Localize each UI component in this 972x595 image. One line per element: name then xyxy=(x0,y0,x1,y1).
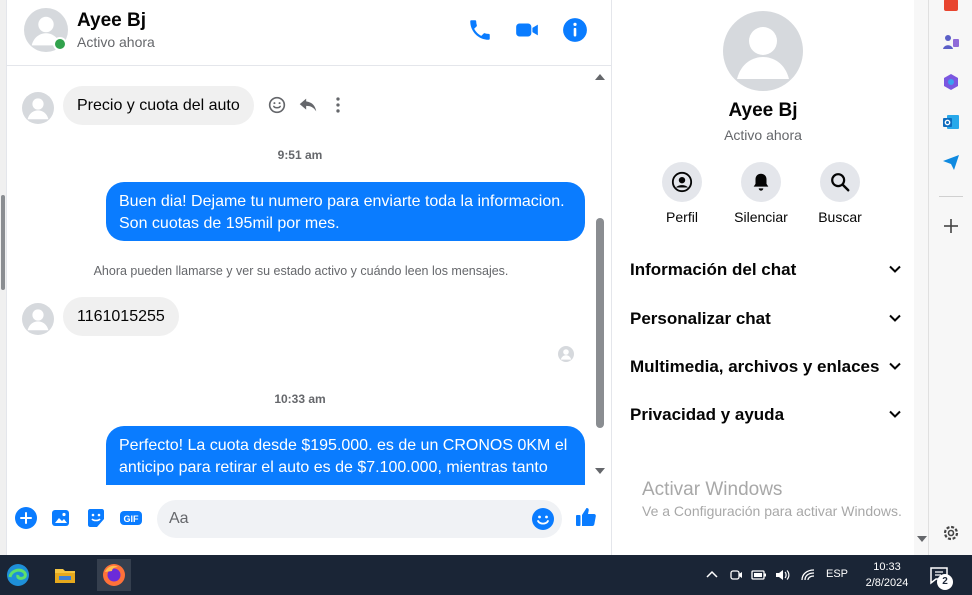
section-label: Personalizar chat xyxy=(630,309,771,328)
chevron-up-icon[interactable] xyxy=(704,567,720,583)
activate-windows-subtitle: Ve a Configuración para activar Windows. xyxy=(642,503,902,519)
message-input[interactable] xyxy=(169,500,519,538)
svg-text:GIF: GIF xyxy=(124,514,140,524)
outgoing-message[interactable]: Perfecto! La cuota desde $195.000. es de… xyxy=(106,426,585,485)
more-options-icon[interactable] xyxy=(327,94,349,116)
contact-name[interactable]: Ayee Bj xyxy=(77,10,146,32)
chevron-down-icon xyxy=(889,265,901,273)
activate-windows-title: Activar Windows xyxy=(642,479,783,500)
bell-icon xyxy=(741,162,781,202)
online-status-dot xyxy=(53,37,67,51)
clock-date: 2/8/2024 xyxy=(865,577,909,589)
sender-avatar[interactable] xyxy=(22,303,54,335)
sidebar-divider xyxy=(939,196,963,197)
read-receipt-avatar xyxy=(558,346,574,362)
scroll-down-arrow[interactable] xyxy=(595,468,605,474)
copilot-icon[interactable] xyxy=(941,72,961,92)
battery-icon[interactable] xyxy=(751,567,767,583)
clock-time: 10:33 xyxy=(873,561,901,573)
profile-button[interactable]: Perfil xyxy=(642,162,722,225)
timestamp: 10:33 am xyxy=(274,392,326,406)
add-icon[interactable] xyxy=(941,216,961,236)
sticker-icon[interactable] xyxy=(84,506,108,530)
section-label: Información del chat xyxy=(630,260,797,279)
composer-bar: GIF xyxy=(7,486,611,555)
system-note: Ahora pueden llamarse y ver su estado ac… xyxy=(93,264,509,278)
settings-gear-icon[interactable] xyxy=(941,523,961,543)
phone-icon[interactable] xyxy=(467,17,493,43)
profile-name: Ayee Bj xyxy=(728,100,798,121)
section-customize-chat[interactable]: Personalizar chat xyxy=(630,301,902,337)
chevron-down-icon xyxy=(889,362,901,370)
section-chat-info[interactable]: Información del chat xyxy=(630,252,902,288)
search-icon xyxy=(820,162,860,202)
message-list[interactable]: Precio y cuota del auto 9:51 am Buen dia… xyxy=(7,67,611,485)
outgoing-message[interactable]: Buen dia! Dejame tu numero para enviarte… xyxy=(106,182,585,241)
sender-avatar[interactable] xyxy=(22,92,54,124)
scroll-thumb[interactable] xyxy=(596,218,604,428)
profile-label: Perfil xyxy=(666,209,698,225)
reply-icon[interactable] xyxy=(297,94,319,116)
react-emoji-icon[interactable] xyxy=(266,94,288,116)
section-label: Privacidad y ayuda xyxy=(630,405,785,424)
input-language[interactable]: ESP xyxy=(826,568,848,580)
search-button[interactable]: Buscar xyxy=(800,162,880,225)
emoji-icon[interactable] xyxy=(531,507,555,531)
scroll-up-arrow[interactable] xyxy=(595,74,605,80)
chat-info-pane: Ayee Bj Activo ahora Perfil Silenciar Bu… xyxy=(611,0,929,555)
profile-avatar[interactable] xyxy=(723,11,803,91)
firefox-icon[interactable] xyxy=(97,559,131,591)
left-edge-thumb[interactable] xyxy=(1,195,5,290)
info-icon[interactable] xyxy=(562,17,588,43)
browser-sidebar xyxy=(928,0,972,555)
outlook-icon[interactable] xyxy=(941,112,961,132)
mute-label: Silenciar xyxy=(734,209,788,225)
mute-button[interactable]: Silenciar xyxy=(721,162,801,225)
chevron-down-icon xyxy=(889,314,901,322)
profile-icon xyxy=(662,162,702,202)
screen: Ayee Bj Activo ahora Precio y cuota del … xyxy=(0,0,972,595)
plus-circle-icon[interactable] xyxy=(14,506,38,530)
message-scrollbar[interactable] xyxy=(593,70,607,480)
gif-icon[interactable]: GIF xyxy=(119,506,143,530)
scroll-down-arrow[interactable] xyxy=(917,536,927,542)
timestamp: 9:51 am xyxy=(277,148,323,162)
search-label: Buscar xyxy=(818,209,862,225)
info-scrollbar[interactable] xyxy=(914,0,929,555)
chat-header: Ayee Bj Activo ahora xyxy=(7,0,611,66)
chat-pane: Ayee Bj Activo ahora Precio y cuota del … xyxy=(7,0,611,555)
incoming-message[interactable]: Precio y cuota del auto xyxy=(63,86,254,125)
notification-count-badge: 2 xyxy=(937,574,953,590)
message-input-box[interactable] xyxy=(157,500,562,538)
video-call-icon[interactable] xyxy=(514,17,540,43)
volume-icon[interactable] xyxy=(774,567,790,583)
section-privacy-help[interactable]: Privacidad y ayuda xyxy=(630,397,902,433)
left-edge-scrollbar[interactable] xyxy=(0,0,7,555)
windows-taskbar: ESP 10:33 2/8/2024 2 xyxy=(0,555,972,595)
contact-status: Activo ahora xyxy=(77,34,155,50)
wifi-icon[interactable] xyxy=(800,567,816,583)
like-thumb-icon[interactable] xyxy=(574,505,598,529)
system-clock[interactable]: 10:33 2/8/2024 xyxy=(855,559,919,591)
meet-now-icon[interactable] xyxy=(728,567,744,583)
edge-browser-icon[interactable] xyxy=(1,559,35,591)
shopping-bag-icon[interactable] xyxy=(941,0,961,14)
games-icon[interactable] xyxy=(941,32,961,52)
send-icon[interactable] xyxy=(941,152,961,172)
file-explorer-icon[interactable] xyxy=(48,559,82,591)
chevron-down-icon xyxy=(889,410,901,418)
gallery-icon[interactable] xyxy=(49,506,73,530)
profile-status: Activo ahora xyxy=(724,127,802,143)
section-label: Multimedia, archivos y enlaces xyxy=(630,357,880,376)
section-media-files[interactable]: Multimedia, archivos y enlaces xyxy=(630,349,902,385)
incoming-message[interactable]: 1161015255 xyxy=(63,297,179,336)
